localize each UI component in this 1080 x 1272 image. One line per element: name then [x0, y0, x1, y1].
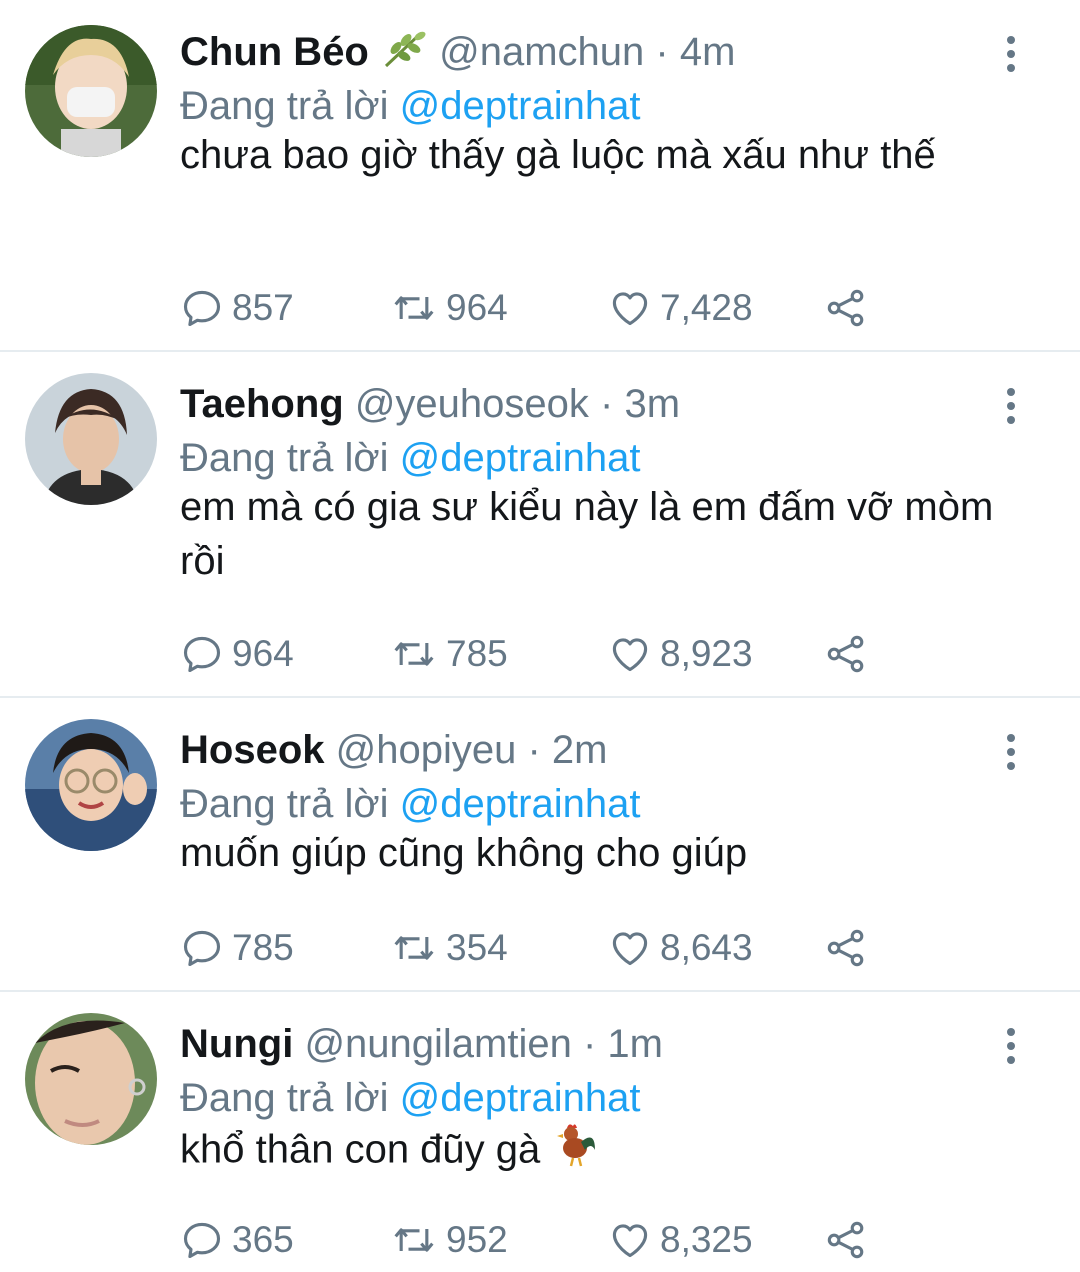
tweet-text: chưa bao giờ thấy gà luộc mà xấu như thế — [180, 133, 936, 177]
timestamp[interactable]: · 4m — [655, 30, 735, 74]
share-icon — [824, 632, 868, 676]
retweet-button[interactable]: 952 — [390, 1216, 508, 1264]
avatar[interactable] — [25, 719, 157, 851]
replying-to-label: Đang trả lời — [180, 436, 389, 480]
share-icon — [824, 1218, 868, 1262]
retweet-icon — [390, 632, 438, 676]
like-count: 8,643 — [660, 927, 753, 968]
replying-to: Đang trả lời @deptrainhat — [180, 434, 640, 482]
tweet[interactable]: Nungi @nungilamtien · 1m Đang trả lời @d… — [0, 992, 1080, 1272]
user-handle[interactable]: @hopiyeu — [336, 728, 517, 772]
tweet-text-content: khổ thân con đũy gà — [180, 1127, 541, 1172]
like-count: 8,325 — [660, 1219, 753, 1260]
tweet[interactable]: Hoseok @hopiyeu · 2m Đang trả lời @deptr… — [0, 698, 1080, 990]
retweet-icon — [390, 926, 438, 970]
reply-icon — [180, 286, 224, 330]
tweet-actions: 785 354 8,643 — [180, 924, 880, 972]
timestamp[interactable]: · 3m — [600, 382, 680, 426]
herb-emoji — [380, 28, 428, 81]
rooster-emoji — [551, 1120, 599, 1184]
display-name[interactable]: Nungi — [180, 1022, 293, 1066]
avatar[interactable] — [25, 373, 157, 505]
mention-link[interactable]: @deptrainhat — [400, 782, 641, 826]
avatar[interactable] — [25, 25, 157, 157]
retweet-count: 952 — [446, 1219, 508, 1260]
display-name[interactable]: Hoseok — [180, 728, 325, 772]
retweet-button[interactable]: 785 — [390, 630, 508, 678]
reply-icon — [180, 1218, 224, 1262]
mention-link[interactable]: @deptrainhat — [400, 84, 641, 128]
timestamp[interactable]: · 2m — [527, 728, 607, 772]
like-button[interactable]: 7,428 — [608, 284, 753, 332]
more-options-icon[interactable] — [998, 386, 1024, 426]
share-button[interactable] — [824, 284, 876, 332]
reply-button[interactable]: 857 — [180, 284, 294, 332]
tweet-header: Hoseok @hopiyeu · 2m — [180, 726, 607, 774]
share-button[interactable] — [824, 924, 876, 972]
reply-count: 785 — [232, 927, 294, 968]
tweet-text: khổ thân con đũy gà — [180, 1120, 1020, 1184]
reply-count: 365 — [232, 1219, 294, 1260]
tweet-actions: 857 964 7,428 — [180, 284, 880, 332]
replying-to-label: Đang trả lời — [180, 1076, 389, 1120]
display-name[interactable]: Chun Béo — [180, 30, 369, 74]
retweet-button[interactable]: 354 — [390, 924, 508, 972]
like-count: 7,428 — [660, 287, 753, 328]
share-icon — [824, 286, 868, 330]
mention-link[interactable]: @deptrainhat — [400, 436, 641, 480]
retweet-count: 785 — [446, 633, 508, 674]
timestamp[interactable]: · 1m — [583, 1022, 663, 1066]
replying-to-label: Đang trả lời — [180, 84, 389, 128]
tweet-actions: 964 785 8,923 — [180, 630, 880, 678]
like-count: 8,923 — [660, 633, 753, 674]
replying-to: Đang trả lời @deptrainhat — [180, 82, 640, 130]
retweet-icon — [390, 1218, 438, 1262]
user-handle[interactable]: @yeuhoseok — [355, 382, 589, 426]
user-handle[interactable]: @nungilamtien — [304, 1022, 571, 1066]
tweet-actions: 365 952 8,325 — [180, 1216, 880, 1264]
retweet-icon — [390, 286, 438, 330]
mention-link[interactable]: @deptrainhat — [400, 1076, 641, 1120]
heart-icon — [608, 926, 652, 970]
replying-to: Đang trả lời @deptrainhat — [180, 780, 640, 828]
like-button[interactable]: 8,923 — [608, 630, 753, 678]
reply-button[interactable]: 964 — [180, 630, 294, 678]
like-button[interactable]: 8,325 — [608, 1216, 753, 1264]
display-name[interactable]: Taehong — [180, 382, 344, 426]
reply-icon — [180, 632, 224, 676]
more-options-icon[interactable] — [998, 1026, 1024, 1066]
replying-to: Đang trả lời @deptrainhat — [180, 1074, 640, 1122]
tweet-header: Nungi @nungilamtien · 1m — [180, 1020, 663, 1068]
retweet-count: 354 — [446, 927, 508, 968]
tweet[interactable]: Chun Béo @namchun · 4m Đang trả lời @dep… — [0, 0, 1080, 350]
retweet-button[interactable]: 964 — [390, 284, 508, 332]
reply-icon — [180, 926, 224, 970]
reply-button[interactable]: 785 — [180, 924, 294, 972]
user-handle[interactable]: @namchun — [439, 30, 644, 74]
share-button[interactable] — [824, 1216, 876, 1264]
retweet-count: 964 — [446, 287, 508, 328]
like-button[interactable]: 8,643 — [608, 924, 753, 972]
reply-button[interactable]: 365 — [180, 1216, 294, 1264]
replying-to-label: Đang trả lời — [180, 782, 389, 826]
heart-icon — [608, 632, 652, 676]
share-button[interactable] — [824, 630, 876, 678]
tweet-header: Chun Béo @namchun · 4m — [180, 28, 735, 81]
tweet-text: em mà có gia sư kiểu này là em đấm vỡ mò… — [180, 485, 994, 583]
heart-icon — [608, 286, 652, 330]
tweet-text: muốn giúp cũng không cho giúp — [180, 831, 748, 875]
more-options-icon[interactable] — [998, 732, 1024, 772]
avatar[interactable] — [25, 1013, 157, 1145]
tweet-header: Taehong @yeuhoseok · 3m — [180, 380, 680, 428]
reply-count: 857 — [232, 287, 294, 328]
reply-count: 964 — [232, 633, 294, 674]
heart-icon — [608, 1218, 652, 1262]
share-icon — [824, 926, 868, 970]
tweet[interactable]: Taehong @yeuhoseok · 3m Đang trả lời @de… — [0, 352, 1080, 696]
more-options-icon[interactable] — [998, 34, 1024, 74]
